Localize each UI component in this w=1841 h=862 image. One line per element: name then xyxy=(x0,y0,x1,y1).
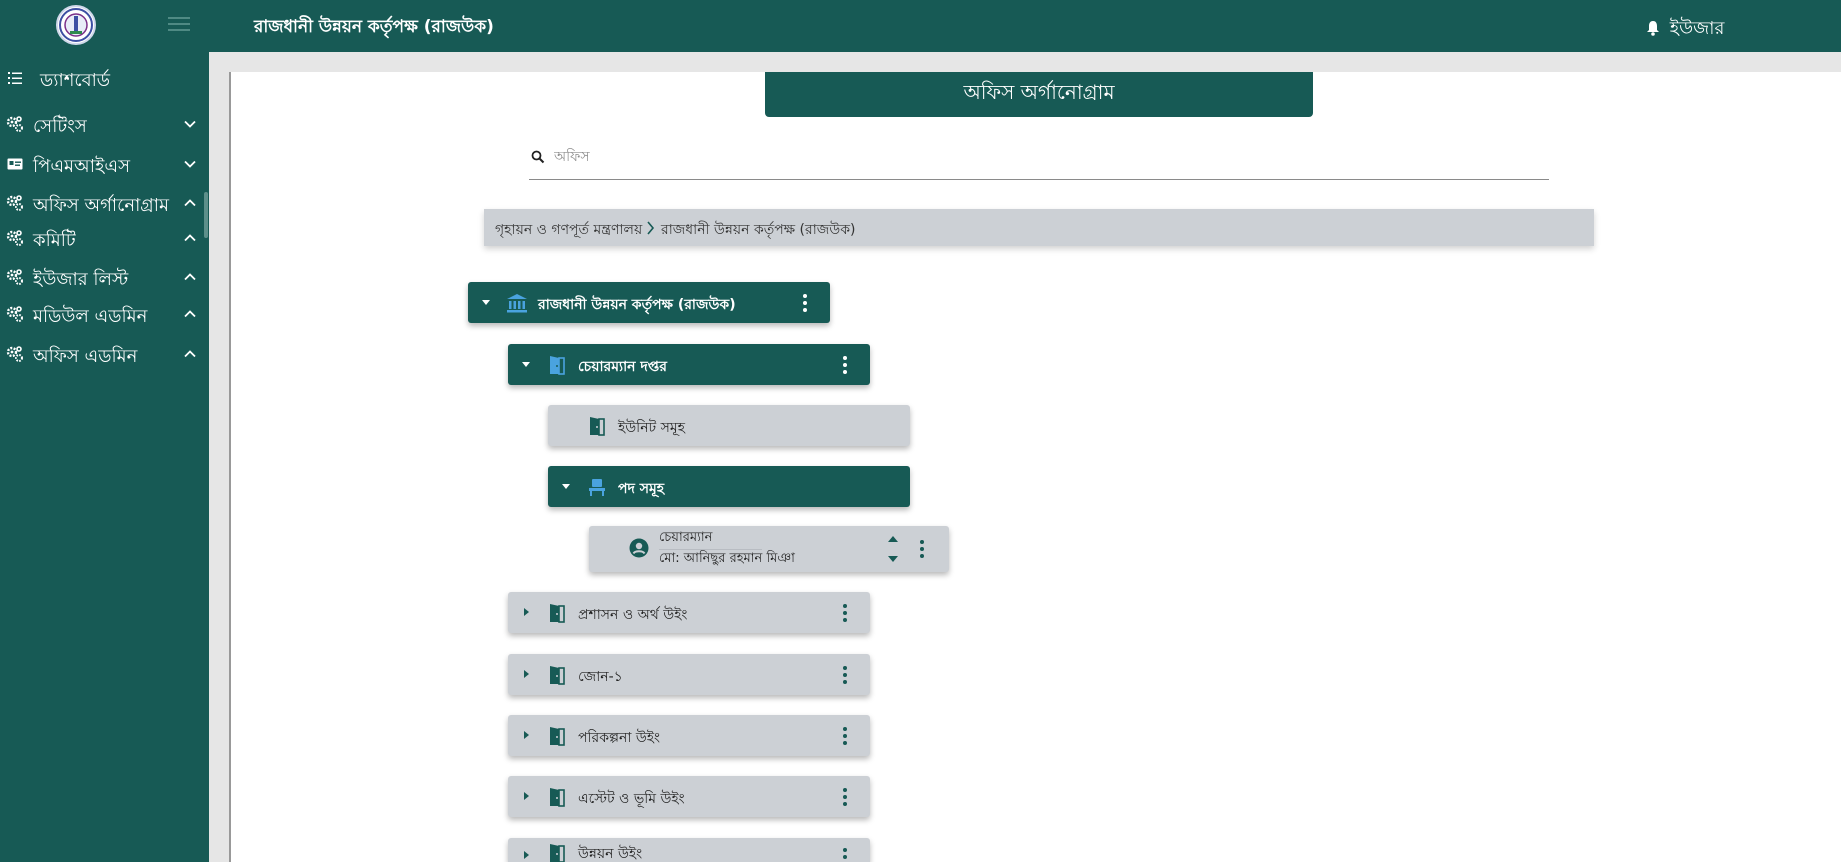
user-label: ইউজার xyxy=(1669,18,1725,39)
page-title: অফিস অর্গানোগ্রাম xyxy=(765,72,1313,117)
org-node-wing[interactable]: উন্নয়ন উইং xyxy=(508,838,870,862)
org-node-units[interactable]: ইউনিট সমূহ xyxy=(548,405,910,446)
more-options-icon[interactable] xyxy=(842,847,848,862)
gears-icon xyxy=(6,116,23,132)
org-node-label: প্রশাসন ও অর্থ উইং xyxy=(578,607,688,623)
chevron-up-icon xyxy=(184,350,196,358)
desk-chair-icon xyxy=(589,479,605,496)
chevron-down-icon xyxy=(184,120,196,128)
org-node-wing[interactable]: জোন-১ xyxy=(508,654,870,695)
more-options-icon[interactable] xyxy=(919,539,925,559)
sidebar-item-label: মডিউল এডমিন xyxy=(33,306,148,327)
door-icon xyxy=(590,417,605,436)
door-icon xyxy=(550,844,565,862)
move-up-icon[interactable] xyxy=(887,535,899,543)
org-node-label: উন্নয়ন উইং xyxy=(578,846,643,862)
search-box xyxy=(529,139,1549,180)
org-node-label: চেয়ারম্যান দপ্তর xyxy=(578,359,667,375)
caret-down-icon[interactable] xyxy=(480,296,492,308)
list-icon xyxy=(8,72,22,84)
org-node-root[interactable]: রাজধানী উন্নয়ন কর্তৃপক্ষ (রাজউক) xyxy=(468,282,830,323)
caret-right-icon[interactable] xyxy=(520,790,532,802)
sidebar-item-label: কমিটি xyxy=(33,230,76,251)
more-options-icon[interactable] xyxy=(842,355,848,375)
org-node-label: পরিকল্পনা উইং xyxy=(578,730,661,746)
chevron-up-icon xyxy=(184,273,196,281)
org-node-wing[interactable]: প্রশাসন ও অর্থ উইং xyxy=(508,592,870,633)
chevron-up-icon xyxy=(184,234,196,242)
breadcrumb-separator-icon xyxy=(647,221,655,235)
move-down-icon[interactable] xyxy=(887,555,899,563)
sidebar-item-settings[interactable]: সেটিংস xyxy=(0,107,209,141)
sidebar-scrollbar[interactable] xyxy=(204,192,208,238)
person-name: মো: আনিছুর রহমান মিঞা xyxy=(659,551,795,566)
caret-right-icon[interactable] xyxy=(520,606,532,618)
breadcrumb: গৃহায়ন ও গণপূর্ত মন্ত্রণালয় রাজধানী উন… xyxy=(484,209,1594,246)
sidebar: ড্যাশবোর্ড সেটিংস পিএমআইএস অফিস অর্গানোগ… xyxy=(0,52,209,862)
org-node-chairman-office[interactable]: চেয়ারম্যান দপ্তর xyxy=(508,344,870,385)
sidebar-item-dashboard[interactable]: ড্যাশবোর্ড xyxy=(0,61,209,95)
sidebar-item-office-organogram[interactable]: অফিস অর্গানোগ্রাম xyxy=(0,186,209,220)
app-title: রাজধানী উন্নয়ন কর্তৃপক্ষ (রাজউক) xyxy=(254,17,494,37)
org-node-label: ইউনিট সমূহ xyxy=(618,420,686,436)
org-person-card[interactable]: চেয়ারম্যান মো: আনিছুর রহমান মিঞা xyxy=(589,526,949,572)
chevron-down-icon xyxy=(184,160,196,168)
breadcrumb-ministry[interactable]: গৃহায়ন ও গণপূর্ত মন্ত্রণালয় xyxy=(495,218,642,242)
rajuk-logo[interactable] xyxy=(56,5,96,45)
hamburger-icon[interactable] xyxy=(168,14,190,36)
user-menu[interactable]: ইউজার xyxy=(1646,14,1724,45)
sidebar-item-user-list[interactable]: ইউজার লিস্ট xyxy=(0,260,209,294)
org-node-posts[interactable]: পদ সমূহ xyxy=(548,466,910,507)
more-options-icon[interactable] xyxy=(842,603,848,623)
org-node-label: জোন-১ xyxy=(578,669,623,685)
door-icon xyxy=(550,727,565,746)
gears-icon xyxy=(6,230,23,246)
more-options-icon[interactable] xyxy=(842,787,848,807)
caret-down-icon[interactable] xyxy=(520,358,532,370)
sidebar-item-label: অফিস অর্গানোগ্রাম xyxy=(33,195,170,216)
user-circle-icon xyxy=(629,538,649,558)
sidebar-item-label: ড্যাশবোর্ড xyxy=(40,70,111,91)
door-icon xyxy=(550,666,565,685)
more-options-icon[interactable] xyxy=(802,293,808,313)
org-node-label: এস্টেট ও ভূমি উইং xyxy=(578,791,685,807)
sidebar-item-label: ইউজার লিস্ট xyxy=(33,269,129,290)
top-bar: রাজধানী উন্নয়ন কর্তৃপক্ষ (রাজউক) ইউজার xyxy=(0,0,1841,52)
caret-right-icon[interactable] xyxy=(520,729,532,741)
sidebar-item-label: অফিস এডমিন xyxy=(33,346,138,367)
sidebar-item-label: পিএমআইএস xyxy=(33,156,130,177)
org-node-wing[interactable]: পরিকল্পনা উইং xyxy=(508,715,870,756)
org-node-label: রাজধানী উন্নয়ন কর্তৃপক্ষ (রাজউক) xyxy=(538,297,736,313)
org-node-wing[interactable]: এস্টেট ও ভূমি উইং xyxy=(508,776,870,817)
person-role: চেয়ারম্যান xyxy=(659,528,763,550)
breadcrumb-rajuk[interactable]: রাজধানী উন্নয়ন কর্তৃপক্ষ (রাজউক) xyxy=(661,218,855,242)
caret-down-icon[interactable] xyxy=(560,480,572,492)
caret-right-icon[interactable] xyxy=(520,668,532,680)
search-icon xyxy=(531,150,545,164)
sidebar-item-label: সেটিংস xyxy=(33,116,87,137)
org-node-label: পদ সমূহ xyxy=(618,481,665,497)
door-icon xyxy=(550,604,565,623)
chevron-up-icon xyxy=(184,199,196,207)
door-icon xyxy=(550,356,565,375)
sidebar-item-pmis[interactable]: পিএমআইএস xyxy=(0,147,209,181)
gears-icon xyxy=(6,269,23,285)
more-options-icon[interactable] xyxy=(842,726,848,746)
caret-right-icon[interactable] xyxy=(520,849,532,861)
sidebar-item-module-admin[interactable]: মডিউল এডমিন xyxy=(0,297,209,331)
id-card-icon xyxy=(7,158,23,170)
institution-icon xyxy=(507,294,527,313)
gears-icon xyxy=(6,195,23,211)
door-icon xyxy=(550,788,565,807)
more-options-icon[interactable] xyxy=(842,665,848,685)
chevron-up-icon xyxy=(184,310,196,318)
gears-icon xyxy=(6,346,23,362)
organogram-canvas xyxy=(229,72,1841,862)
bell-icon xyxy=(1647,21,1659,36)
search-input[interactable] xyxy=(554,142,1534,172)
sidebar-item-office-admin[interactable]: অফিস এডমিন xyxy=(0,337,209,371)
sidebar-item-committee[interactable]: কমিটি xyxy=(0,221,209,255)
gears-icon xyxy=(6,306,23,322)
